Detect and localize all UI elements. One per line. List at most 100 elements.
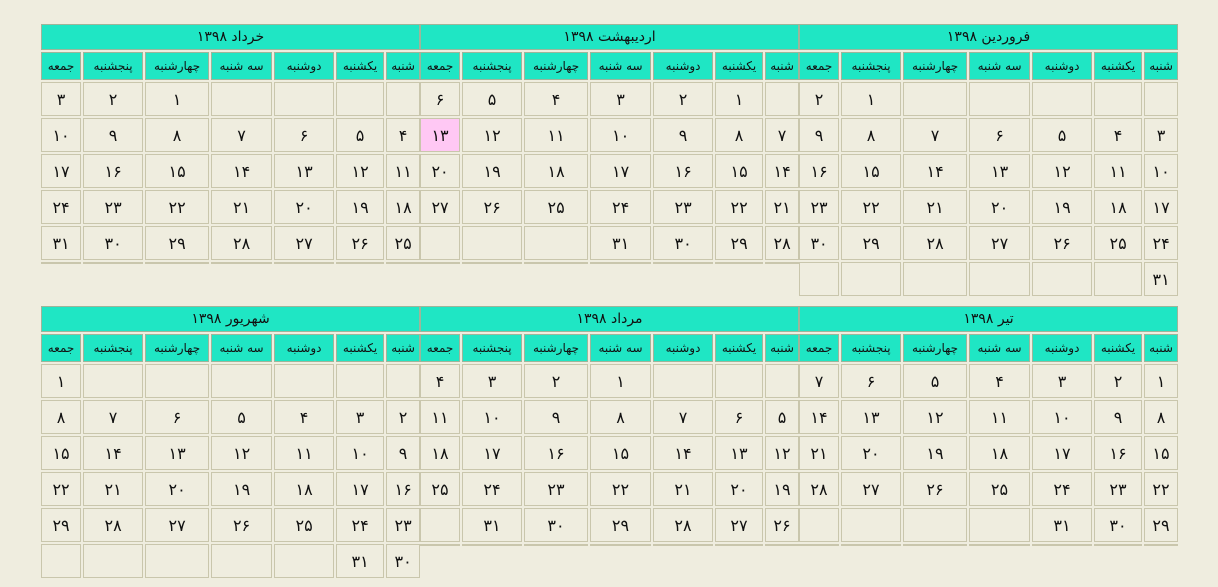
day-cell[interactable]: ۵ — [462, 82, 523, 116]
day-cell[interactable]: ۲۱ — [903, 190, 968, 224]
day-cell[interactable]: ۲۰ — [969, 190, 1031, 224]
day-cell[interactable]: ۲۷ — [145, 508, 210, 542]
day-cell[interactable]: ۲۳ — [524, 472, 589, 506]
day-cell[interactable]: ۲۰ — [841, 436, 902, 470]
day-cell[interactable]: ۱۴ — [765, 154, 800, 188]
day-cell[interactable]: ۶ — [969, 118, 1031, 152]
day-cell[interactable]: ۸ — [715, 118, 764, 152]
day-cell[interactable]: ۵ — [211, 400, 273, 434]
day-cell[interactable]: ۴ — [969, 364, 1031, 398]
day-cell[interactable]: ۴ — [274, 400, 335, 434]
day-cell[interactable]: ۲۲ — [41, 472, 82, 506]
day-cell[interactable]: ۲۵ — [420, 472, 461, 506]
day-cell[interactable]: ۳ — [1144, 118, 1179, 152]
day-cell[interactable]: ۱۱ — [1094, 154, 1143, 188]
day-cell[interactable]: ۲۰ — [145, 472, 210, 506]
day-cell[interactable]: ۲۶ — [211, 508, 273, 542]
day-cell[interactable]: ۳۱ — [1032, 508, 1093, 542]
day-cell[interactable]: ۳۰ — [799, 226, 840, 260]
day-cell[interactable]: ۴ — [1094, 118, 1143, 152]
day-cell[interactable]: ۸ — [1144, 400, 1179, 434]
day-cell[interactable]: ۲۲ — [590, 472, 652, 506]
day-cell[interactable]: ۲۵ — [386, 226, 421, 260]
day-cell[interactable]: ۱۶ — [1094, 436, 1143, 470]
day-cell[interactable]: ۹ — [799, 118, 840, 152]
day-cell[interactable]: ۱۹ — [903, 436, 968, 470]
day-cell[interactable]: ۱۰ — [41, 118, 82, 152]
day-cell[interactable]: ۲۷ — [420, 190, 461, 224]
day-cell[interactable]: ۲۲ — [145, 190, 210, 224]
day-cell[interactable]: ۱۰ — [590, 118, 652, 152]
day-cell[interactable]: ۲۲ — [1144, 472, 1179, 506]
day-cell[interactable]: ۷ — [83, 400, 144, 434]
day-cell[interactable]: ۱۷ — [1032, 436, 1093, 470]
day-cell[interactable]: ۱۰ — [1144, 154, 1179, 188]
day-cell[interactable]: ۲ — [653, 82, 714, 116]
day-cell[interactable]: ۱۳ — [841, 400, 902, 434]
day-cell[interactable]: ۱۳ — [715, 436, 764, 470]
day-cell[interactable]: ۵ — [336, 118, 385, 152]
day-cell[interactable]: ۵ — [903, 364, 968, 398]
day-cell[interactable]: ۲۲ — [715, 190, 764, 224]
day-cell[interactable]: ۹ — [653, 118, 714, 152]
day-cell[interactable]: ۱۸ — [969, 436, 1031, 470]
day-cell[interactable]: ۱۱ — [524, 118, 589, 152]
day-cell[interactable]: ۱۰ — [1032, 400, 1093, 434]
day-cell[interactable]: ۱۹ — [336, 190, 385, 224]
day-cell[interactable]: ۹ — [386, 436, 421, 470]
day-cell[interactable]: ۳۰ — [83, 226, 144, 260]
day-cell[interactable]: ۳۱ — [462, 508, 523, 542]
day-cell[interactable]: ۲۱ — [211, 190, 273, 224]
day-cell[interactable]: ۲۵ — [1094, 226, 1143, 260]
day-cell[interactable]: ۱۹ — [765, 472, 800, 506]
day-cell[interactable]: ۱۵ — [590, 436, 652, 470]
day-cell[interactable]: ۳۱ — [1144, 262, 1179, 296]
day-cell[interactable]: ۲۹ — [590, 508, 652, 542]
day-cell[interactable]: ۷ — [903, 118, 968, 152]
day-cell[interactable]: ۱۳ — [145, 436, 210, 470]
day-cell[interactable]: ۸ — [145, 118, 210, 152]
day-cell[interactable]: ۱۷ — [590, 154, 652, 188]
day-cell[interactable]: ۱۸ — [386, 190, 421, 224]
day-cell[interactable]: ۲۴ — [336, 508, 385, 542]
day-cell[interactable]: ۲۸ — [211, 226, 273, 260]
day-cell[interactable]: ۱۲ — [211, 436, 273, 470]
day-cell[interactable]: ۱۳ — [274, 154, 335, 188]
day-cell[interactable]: ۱۷ — [462, 436, 523, 470]
day-cell[interactable]: ۱۰ — [462, 400, 523, 434]
day-cell[interactable]: ۲ — [83, 82, 144, 116]
day-cell[interactable]: ۳۱ — [41, 226, 82, 260]
day-cell[interactable]: ۱ — [145, 82, 210, 116]
day-cell[interactable]: ۳ — [336, 400, 385, 434]
day-cell[interactable]: ۹ — [524, 400, 589, 434]
day-cell[interactable]: ۱۶ — [83, 154, 144, 188]
day-cell[interactable]: ۱۸ — [524, 154, 589, 188]
day-cell[interactable]: ۱۴ — [903, 154, 968, 188]
day-cell[interactable]: ۳۱ — [336, 544, 385, 578]
day-cell[interactable]: ۲ — [524, 364, 589, 398]
day-cell[interactable]: ۲۶ — [462, 190, 523, 224]
day-cell[interactable]: ۳ — [1032, 364, 1093, 398]
day-cell[interactable]: ۲۷ — [715, 508, 764, 542]
day-cell[interactable]: ۲۶ — [765, 508, 800, 542]
day-cell[interactable]: ۲۶ — [1032, 226, 1093, 260]
day-cell[interactable]: ۱ — [715, 82, 764, 116]
day-cell[interactable]: ۲۴ — [1144, 226, 1179, 260]
day-cell[interactable]: ۱۴ — [799, 400, 840, 434]
day-cell[interactable]: ۱۶ — [653, 154, 714, 188]
day-cell[interactable]: ۲ — [1094, 364, 1143, 398]
day-cell[interactable]: ۸ — [841, 118, 902, 152]
day-cell[interactable]: ۲۰ — [420, 154, 461, 188]
day-cell[interactable]: ۱۴ — [211, 154, 273, 188]
day-cell[interactable]: ۹ — [83, 118, 144, 152]
day-cell[interactable]: ۵ — [1032, 118, 1093, 152]
day-cell[interactable]: ۱۶ — [386, 472, 421, 506]
day-cell[interactable]: ۳۰ — [1094, 508, 1143, 542]
day-cell[interactable]: ۲۸ — [765, 226, 800, 260]
day-cell[interactable]: ۲۵ — [274, 508, 335, 542]
day-cell[interactable]: ۲۷ — [969, 226, 1031, 260]
day-cell[interactable]: ۲۱ — [765, 190, 800, 224]
day-cell[interactable]: ۲۰ — [274, 190, 335, 224]
day-cell[interactable]: ۲۹ — [1144, 508, 1179, 542]
day-cell[interactable]: ۳ — [41, 82, 82, 116]
